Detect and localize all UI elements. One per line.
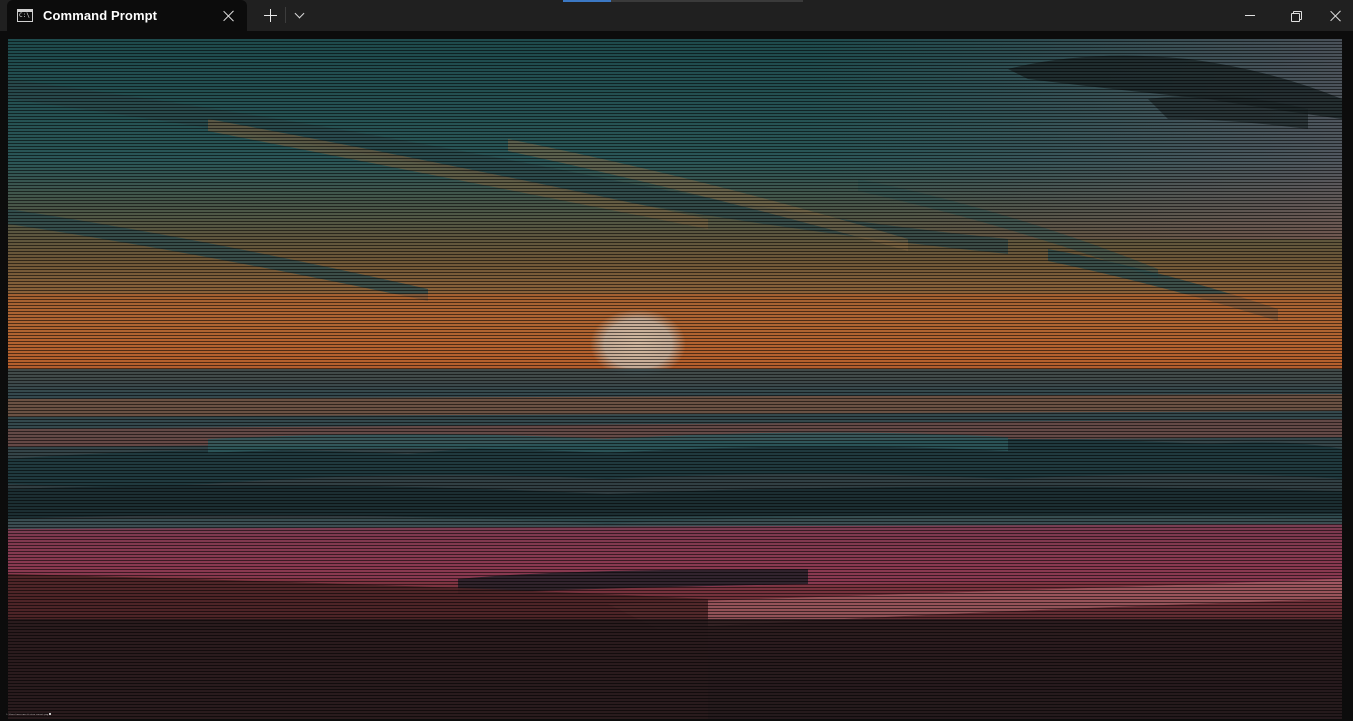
chevron-down-icon bbox=[294, 8, 304, 18]
titlebar-accent bbox=[563, 0, 611, 2]
command-prompt-line: C:\Users\user>ascii-view sunset.png bbox=[6, 713, 52, 717]
title-bar[interactable]: C:\ Command Prompt bbox=[0, 0, 1353, 31]
titlebar-drag-indicator bbox=[611, 0, 803, 2]
ascii-art-image bbox=[8, 39, 1342, 719]
restore-button[interactable] bbox=[1273, 0, 1319, 31]
cmd-icon-label: C:\ bbox=[19, 12, 30, 19]
tab-command-prompt[interactable]: C:\ Command Prompt bbox=[7, 0, 247, 31]
minimize-button[interactable] bbox=[1227, 0, 1273, 31]
new-tab-button[interactable] bbox=[256, 3, 284, 27]
restore-icon bbox=[1291, 10, 1302, 22]
minimize-icon bbox=[1245, 15, 1255, 16]
tab-divider bbox=[285, 7, 286, 23]
cursor bbox=[49, 713, 52, 715]
close-icon bbox=[223, 10, 235, 22]
close-icon bbox=[1330, 10, 1342, 22]
cmd-icon: C:\ bbox=[17, 9, 33, 22]
close-window-button[interactable] bbox=[1319, 0, 1353, 31]
scrollbar[interactable] bbox=[1345, 31, 1351, 719]
tab-title: Command Prompt bbox=[43, 8, 158, 23]
terminal-window: C:\ Command Prompt C:\Users\user>ascii-v… bbox=[0, 0, 1353, 721]
plus-icon bbox=[263, 8, 277, 22]
close-tab-button[interactable] bbox=[219, 6, 239, 26]
terminal-output[interactable]: C:\Users\user>ascii-view sunset.png bbox=[0, 31, 1353, 721]
prompt-text: C:\Users\user>ascii-view sunset.png bbox=[6, 714, 49, 716]
tab-dropdown-button[interactable] bbox=[288, 3, 310, 27]
